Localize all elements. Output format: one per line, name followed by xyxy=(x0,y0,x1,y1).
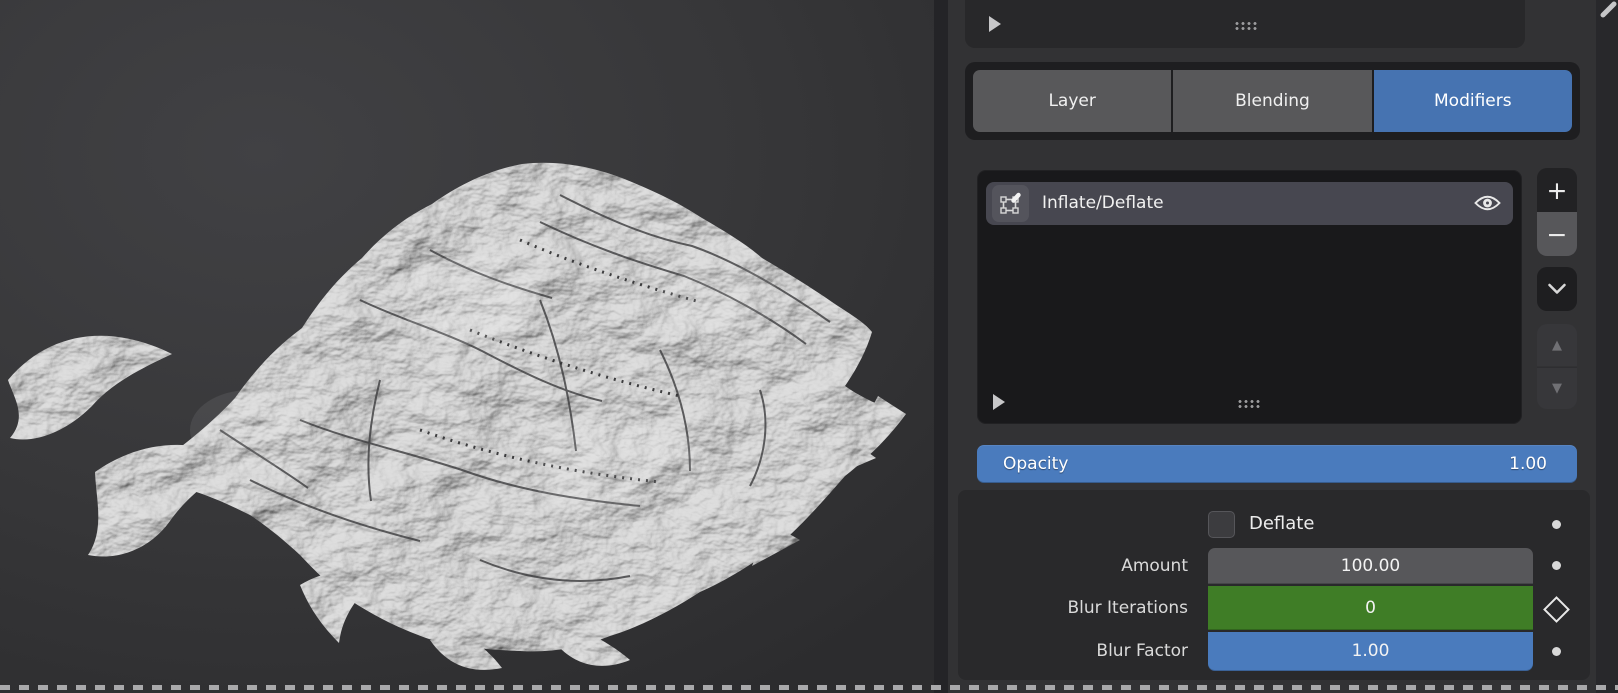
viewport-canvas[interactable] xyxy=(0,0,934,693)
drag-grip-icon[interactable] xyxy=(1233,20,1257,30)
tab-blending[interactable]: Blending xyxy=(1173,70,1371,132)
amount-field[interactable]: 100.00 xyxy=(1208,548,1533,584)
panel-tab-bar: Layer Blending Modifiers xyxy=(965,62,1580,140)
amount-decorator-dot[interactable] xyxy=(1552,561,1561,570)
deflate-checkbox[interactable] xyxy=(1208,511,1235,538)
transform-box-pen-icon xyxy=(999,192,1022,215)
blur-factor-label: Blur Factor xyxy=(958,641,1188,661)
remove-modifier-button[interactable]: − xyxy=(1537,212,1577,256)
sculpted-mesh-render xyxy=(0,0,934,693)
chevron-down-icon xyxy=(1547,283,1567,295)
blur-iterations-label: Blur Iterations xyxy=(958,598,1188,618)
modifier-list: Inflate/Deflate xyxy=(977,170,1522,424)
add-modifier-button[interactable]: + xyxy=(1537,168,1577,212)
blur-factor-field[interactable]: 1.00 xyxy=(1208,632,1533,671)
tab-modifiers[interactable]: Modifiers xyxy=(1374,70,1572,132)
pen-cursor-icon xyxy=(1599,0,1618,19)
panel-right-edge-strip xyxy=(1596,0,1618,693)
modifier-name-label: Inflate/Deflate xyxy=(1042,182,1164,225)
tab-layer[interactable]: Layer xyxy=(973,70,1171,132)
collapsed-panel-top xyxy=(965,0,1525,48)
opacity-value: 1.00 xyxy=(1509,454,1577,474)
viewport-panel-divider[interactable] xyxy=(934,0,948,693)
selection-dashed-line xyxy=(0,685,1618,690)
list-drag-grip-icon[interactable] xyxy=(1236,398,1260,408)
move-up-button[interactable]: ▲ xyxy=(1537,324,1577,366)
visibility-toggle[interactable] xyxy=(1473,193,1501,213)
eye-icon xyxy=(1474,194,1501,212)
modifier-list-item-selected[interactable]: Inflate/Deflate xyxy=(986,182,1513,225)
deflate-decorator-dot[interactable] xyxy=(1552,520,1561,529)
modifier-menu-button[interactable] xyxy=(1537,267,1577,311)
amount-label: Amount xyxy=(958,556,1188,576)
list-expand-arrow-icon[interactable] xyxy=(993,394,1005,410)
blur-iterations-field[interactable]: 0 xyxy=(1208,586,1533,630)
modifier-type-badge xyxy=(992,185,1029,222)
move-down-button[interactable]: ▼ xyxy=(1537,367,1577,409)
deflate-label: Deflate xyxy=(1249,513,1314,534)
opacity-slider[interactable]: Opacity 1.00 xyxy=(977,445,1577,483)
opacity-label: Opacity xyxy=(977,454,1068,474)
blur-factor-decorator-dot[interactable] xyxy=(1552,647,1561,656)
expand-arrow-icon[interactable] xyxy=(989,16,1001,32)
